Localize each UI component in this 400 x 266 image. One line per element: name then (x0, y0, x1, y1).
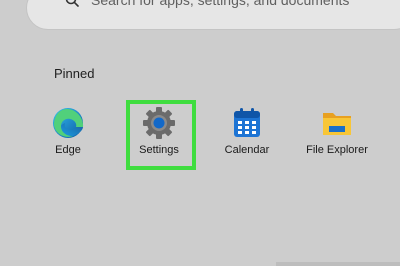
bottom-divider (276, 262, 400, 266)
start-menu: Pinned Edge (0, 0, 400, 266)
app-label-edge: Edge (55, 144, 81, 156)
search-icon (65, 0, 79, 7)
pinned-app-edge[interactable]: Edge (31, 100, 105, 166)
app-label-settings: Settings (139, 144, 179, 156)
pinned-section-title: Pinned (54, 66, 95, 81)
calendar-icon (234, 108, 260, 137)
pinned-app-calendar[interactable]: Calendar (210, 100, 284, 166)
search-input[interactable] (91, 0, 400, 9)
folder-icon (323, 113, 351, 135)
edge-icon (53, 108, 84, 138)
pinned-app-settings[interactable]: Settings (122, 100, 196, 166)
app-label-file-explorer: File Explorer (306, 144, 368, 156)
app-label-calendar: Calendar (224, 144, 270, 156)
gear-icon (143, 107, 175, 139)
pinned-app-file-explorer[interactable]: File Explorer (300, 100, 374, 166)
search-bar[interactable] (26, 0, 400, 30)
